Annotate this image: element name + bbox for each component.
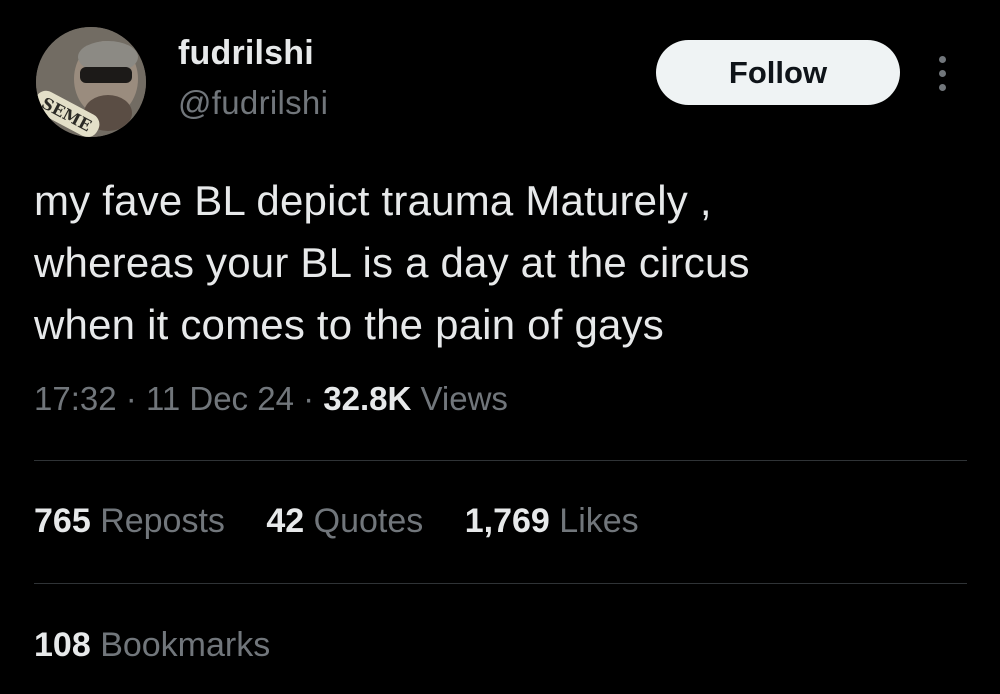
- divider: [34, 460, 967, 461]
- reposts-count: 765: [34, 502, 91, 540]
- meta-separator: ·: [125, 380, 137, 417]
- follow-button[interactable]: Follow: [656, 40, 900, 105]
- tweet-text-line: whereas your BL is a day at the circus: [34, 239, 750, 286]
- tweet-text-line: my fave BL depict trauma Maturely ,: [34, 177, 712, 224]
- bookmarks-stat-row: 108 Bookmarks: [34, 626, 302, 665]
- engagement-stats: 765 Reposts 42 Quotes 1,769 Likes: [34, 502, 671, 541]
- more-vertical-icon[interactable]: [922, 50, 962, 96]
- likes-count: 1,769: [464, 502, 550, 540]
- quotes-stat[interactable]: 42 Quotes: [266, 502, 423, 541]
- tweet-meta: 17:32 · 11 Dec 24 · 32.8K Views: [34, 380, 508, 418]
- bookmarks-stat[interactable]: 108 Bookmarks: [34, 626, 270, 665]
- bookmarks-count: 108: [34, 626, 91, 664]
- tweet-text: my fave BL depict trauma Maturely , wher…: [34, 170, 974, 356]
- likes-stat[interactable]: 1,769 Likes: [465, 502, 639, 541]
- more-dot: [938, 55, 946, 63]
- views-count: 32.8K: [323, 380, 412, 417]
- reposts-label: Reposts: [100, 502, 225, 540]
- avatar[interactable]: SEME: [36, 27, 146, 137]
- tweet-date[interactable]: 11 Dec 24: [146, 380, 294, 417]
- display-name[interactable]: fudrilshi: [178, 34, 314, 73]
- quotes-label: Quotes: [313, 502, 424, 540]
- tweet-time[interactable]: 17:32: [34, 380, 117, 417]
- likes-label: Likes: [559, 502, 639, 540]
- meta-separator: ·: [303, 380, 315, 417]
- more-dot: [938, 83, 946, 91]
- views-label: Views: [420, 380, 508, 417]
- bookmarks-label: Bookmarks: [100, 626, 271, 664]
- avatar-image: SEME: [36, 27, 146, 137]
- user-handle[interactable]: @fudrilshi: [178, 84, 328, 122]
- divider: [34, 583, 967, 584]
- tweet-text-line: when it comes to the pain of gays: [34, 301, 664, 348]
- tweet-header: SEME fudrilshi @fudrilshi Follow: [0, 0, 1000, 150]
- reposts-stat[interactable]: 765 Reposts: [34, 502, 225, 541]
- quotes-count: 42: [266, 502, 305, 540]
- more-dot: [938, 69, 946, 77]
